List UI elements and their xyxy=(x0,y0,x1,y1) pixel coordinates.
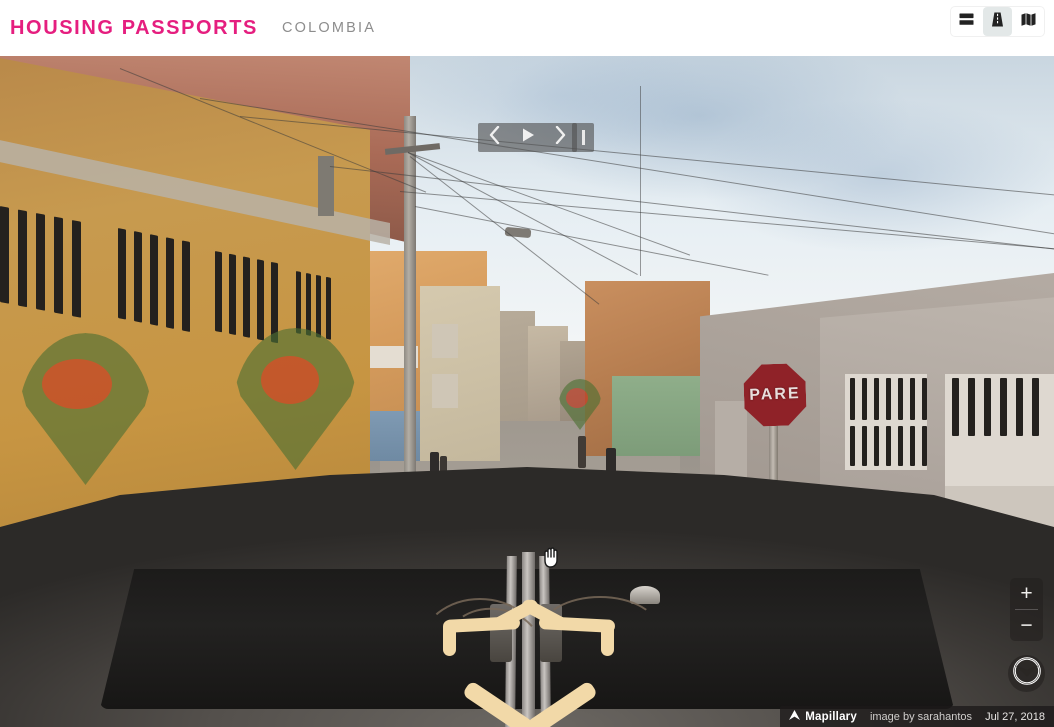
cable xyxy=(540,596,660,666)
pedestrian xyxy=(578,436,586,468)
utility-box xyxy=(318,156,334,216)
power-line xyxy=(640,86,650,276)
app-header: HOUSING PASSPORTS COLOMBIA xyxy=(0,0,1054,56)
stop-sign-label: PARE xyxy=(749,385,801,404)
attribution-bar[interactable]: Mapillary image by sarahantos Jul 27, 20… xyxy=(780,706,1054,727)
chevron-right-icon xyxy=(554,125,567,149)
housing-passport-marker[interactable] xyxy=(233,328,358,470)
view-mode-switch[interactable] xyxy=(951,7,1044,36)
compass-icon xyxy=(1012,656,1042,691)
mapillary-wordmark: Mapillary xyxy=(805,710,857,723)
window-bars xyxy=(952,378,1039,436)
zoom-out-button[interactable]: − xyxy=(1010,610,1043,641)
zoom-in-button[interactable]: + xyxy=(1010,578,1043,609)
play-button[interactable] xyxy=(511,123,544,152)
stop-button[interactable] xyxy=(572,123,594,152)
prev-image-button[interactable] xyxy=(478,123,511,152)
window-frame xyxy=(432,374,458,408)
housing-passport-marker[interactable] xyxy=(18,333,153,485)
chevron-left-icon xyxy=(488,125,501,149)
map-icon xyxy=(1020,11,1037,33)
image-date: Jul 27, 2018 xyxy=(985,710,1045,723)
zoom-controls[interactable]: + − xyxy=(1010,578,1043,641)
image-credit: image by sarahantos xyxy=(869,710,973,723)
marker-pin-shape xyxy=(19,333,152,485)
housing-passport-marker[interactable] xyxy=(558,379,602,430)
mapillary-logo[interactable]: Mapillary xyxy=(788,709,857,724)
page-title: HOUSING PASSPORTS xyxy=(10,16,258,39)
marker-dot xyxy=(42,359,112,409)
mapillary-mark-icon xyxy=(788,709,801,724)
compass-button[interactable] xyxy=(1008,655,1045,692)
view-mode-street-view[interactable] xyxy=(983,7,1012,36)
window-frame xyxy=(432,324,458,358)
country-label: COLOMBIA xyxy=(281,20,377,36)
marker-dot xyxy=(261,356,319,404)
street-view-panel[interactable]: PARE + − Mapillary image by sarahantos J… xyxy=(0,56,1054,727)
split-panel-icon xyxy=(958,11,975,33)
bar-icon xyxy=(581,130,585,145)
camera-mount xyxy=(630,586,660,604)
road-icon xyxy=(989,11,1006,33)
view-mode-map-view[interactable] xyxy=(1014,7,1043,36)
building-center-right-storefront xyxy=(612,376,712,456)
play-icon xyxy=(520,127,536,148)
playback-controls[interactable] xyxy=(478,123,577,152)
marker-dot xyxy=(566,388,588,408)
window-bars xyxy=(850,378,927,420)
window-bars xyxy=(850,426,927,466)
view-mode-split-view[interactable] xyxy=(952,7,981,36)
window-bars xyxy=(118,228,190,332)
window-bars xyxy=(0,206,81,318)
